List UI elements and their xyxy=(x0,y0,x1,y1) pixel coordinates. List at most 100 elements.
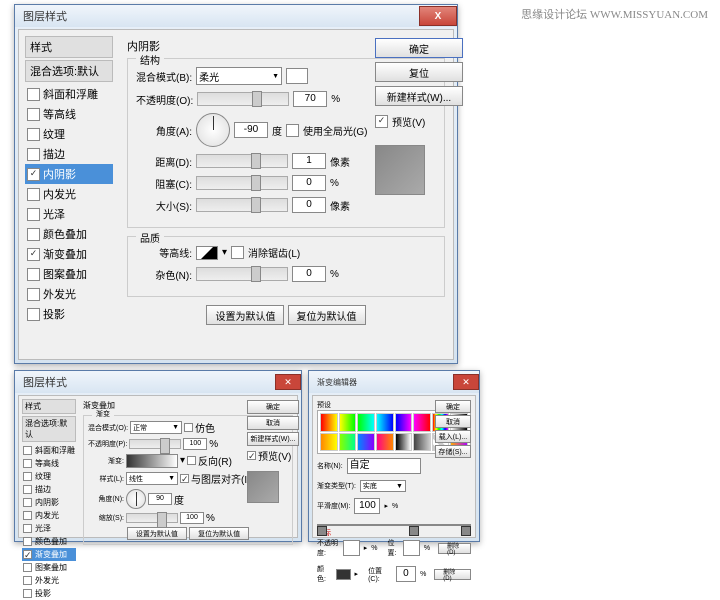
save-button[interactable]: 存储(S)... xyxy=(435,445,471,458)
sidebar-item[interactable]: 颜色叠加 xyxy=(22,535,76,548)
sidebar-item[interactable]: 纹理 xyxy=(22,470,76,483)
style-checkbox[interactable] xyxy=(23,498,32,507)
set-default-button[interactable]: 设置为默认值 xyxy=(206,305,284,325)
cancel-button[interactable]: 取消 xyxy=(247,416,299,430)
style-checkbox[interactable] xyxy=(23,524,32,533)
contour-picker[interactable] xyxy=(196,246,218,260)
gradient-preset[interactable] xyxy=(413,433,431,452)
gradient-preset[interactable] xyxy=(376,433,394,452)
close-icon[interactable]: X xyxy=(419,6,457,26)
style-checkbox[interactable] xyxy=(27,168,40,181)
style-checkbox[interactable] xyxy=(27,128,40,141)
angle-value[interactable]: -90 xyxy=(234,122,268,138)
sidebar-header[interactable]: 样式 xyxy=(25,36,113,58)
sidebar-item[interactable]: 投影 xyxy=(25,304,113,324)
cancel-button[interactable]: 取消 xyxy=(435,415,471,428)
gradient-preset[interactable] xyxy=(357,433,375,452)
style-combo[interactable]: 线性 xyxy=(126,472,178,485)
dither-check[interactable] xyxy=(184,423,193,432)
gradient-preset[interactable] xyxy=(320,433,338,452)
gradient-preset[interactable] xyxy=(395,413,413,432)
preview-check[interactable] xyxy=(247,451,256,460)
choke-slider[interactable] xyxy=(196,176,288,190)
type-combo[interactable]: 实底 xyxy=(360,480,406,492)
ok-button[interactable]: 确定 xyxy=(247,400,299,414)
sidebar-item[interactable]: 光泽 xyxy=(22,522,76,535)
style-checkbox[interactable] xyxy=(27,88,40,101)
scale-slider[interactable] xyxy=(126,513,178,523)
noise-value[interactable]: 0 xyxy=(292,266,326,282)
sidebar-item[interactable]: 描边 xyxy=(25,144,113,164)
align-check[interactable] xyxy=(180,474,189,483)
gradient-preset[interactable] xyxy=(339,413,357,432)
close-icon[interactable]: ✕ xyxy=(453,374,479,390)
opacity-slider[interactable] xyxy=(129,439,181,449)
ok-button[interactable]: 确定 xyxy=(375,38,463,58)
close-icon[interactable]: ✕ xyxy=(275,374,301,390)
distance-slider[interactable] xyxy=(196,154,288,168)
sidebar-item[interactable]: 描边 xyxy=(22,483,76,496)
new-style-button[interactable]: 新建样式(W)... xyxy=(375,86,463,106)
sidebar-item[interactable]: 内发光 xyxy=(25,184,113,204)
sidebar-item[interactable]: 投影 xyxy=(22,587,76,600)
style-checkbox[interactable] xyxy=(27,268,40,281)
opacity-value[interactable]: 70 xyxy=(293,91,327,107)
gradient-picker[interactable] xyxy=(126,454,178,468)
style-checkbox[interactable] xyxy=(23,459,32,468)
size-value[interactable]: 0 xyxy=(292,197,326,213)
sidebar-item[interactable]: 图案叠加 xyxy=(25,264,113,284)
sidebar-item[interactable]: 光泽 xyxy=(25,204,113,224)
style-checkbox[interactable] xyxy=(27,228,40,241)
style-checkbox[interactable] xyxy=(27,148,40,161)
sidebar-item[interactable]: 等高线 xyxy=(25,104,113,124)
style-checkbox[interactable] xyxy=(23,446,32,455)
gradient-preset[interactable] xyxy=(320,413,338,432)
cancel-button[interactable]: 复位 xyxy=(375,62,463,82)
sidebar-item[interactable]: 渐变叠加 xyxy=(25,244,113,264)
blendmode-combo[interactable]: 正常 xyxy=(130,421,182,434)
style-checkbox[interactable] xyxy=(23,563,32,572)
titlebar[interactable]: 渐变编辑器 ✕ xyxy=(309,371,479,393)
antialias-check[interactable] xyxy=(231,246,244,259)
gradient-preset[interactable] xyxy=(413,413,431,432)
reverse-check[interactable] xyxy=(187,456,196,465)
gradient-preset[interactable] xyxy=(339,433,357,452)
ok-button[interactable]: 确定 xyxy=(435,400,471,413)
sidebar-item[interactable]: 渐变叠加 xyxy=(22,548,76,561)
sidebar-item[interactable]: 颜色叠加 xyxy=(25,224,113,244)
sidebar-item[interactable]: 斜面和浮雕 xyxy=(22,444,76,457)
reset-default-button[interactable]: 复位为默认值 xyxy=(288,305,366,325)
delete-button[interactable]: 删除(D) xyxy=(438,543,471,554)
sidebar-item[interactable]: 纹理 xyxy=(25,124,113,144)
color-swatch[interactable] xyxy=(336,569,351,580)
sidebar-item[interactable]: 图案叠加 xyxy=(22,561,76,574)
choke-value[interactable]: 0 xyxy=(292,175,326,191)
sidebar-item[interactable]: 等高线 xyxy=(22,457,76,470)
size-slider[interactable] xyxy=(196,198,288,212)
style-checkbox[interactable] xyxy=(27,308,40,321)
blendmode-combo[interactable]: 柔光 xyxy=(196,67,282,85)
globallight-check[interactable] xyxy=(286,124,299,137)
preview-check[interactable] xyxy=(375,115,388,128)
gradient-bar[interactable] xyxy=(317,524,471,526)
new-style-button[interactable]: 新建样式(W)... xyxy=(247,432,299,446)
gradient-preset[interactable] xyxy=(395,433,413,452)
style-checkbox[interactable] xyxy=(27,288,40,301)
style-checkbox[interactable] xyxy=(23,550,32,559)
sidebar-item[interactable]: 斜面和浮雕 xyxy=(25,84,113,104)
name-input[interactable]: 自定 xyxy=(347,458,421,474)
style-checkbox[interactable] xyxy=(27,248,40,261)
style-checkbox[interactable] xyxy=(27,188,40,201)
style-checkbox[interactable] xyxy=(23,511,32,520)
noise-slider[interactable] xyxy=(196,267,288,281)
style-checkbox[interactable] xyxy=(27,108,40,121)
style-checkbox[interactable] xyxy=(23,537,32,546)
sidebar-item[interactable]: 外发光 xyxy=(25,284,113,304)
style-checkbox[interactable] xyxy=(23,576,32,585)
color-swatch[interactable] xyxy=(286,68,308,84)
titlebar[interactable]: 图层样式 ✕ xyxy=(15,371,301,393)
sidebar-header[interactable]: 样式 xyxy=(22,399,76,414)
blend-options[interactable]: 混合选项:默认 xyxy=(22,416,76,442)
sidebar-item[interactable]: 外发光 xyxy=(22,574,76,587)
style-checkbox[interactable] xyxy=(23,472,32,481)
